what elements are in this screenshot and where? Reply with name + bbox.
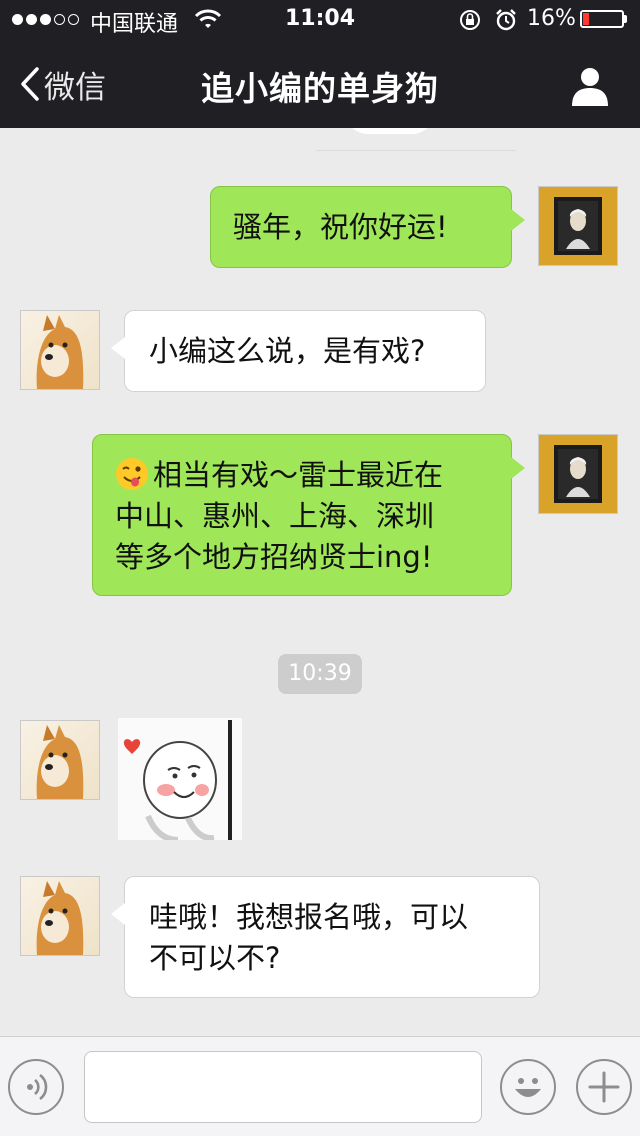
- portrait-icon: [554, 197, 602, 255]
- navigation-bar: 微信 追小编的单身狗: [0, 40, 640, 128]
- message-bubble-outgoing[interactable]: 骚年，祝你好运!: [210, 186, 525, 268]
- my-avatar[interactable]: [538, 186, 618, 266]
- shiba-dog-icon: [36, 881, 84, 955]
- message-line: 等多个地方招纳贤士ing!: [115, 540, 433, 574]
- shiba-dog-icon: [36, 725, 84, 799]
- plus-icon: [588, 1071, 620, 1103]
- message-line: 不可以不?: [149, 941, 281, 975]
- divider: [316, 150, 516, 151]
- previous-message-partial: [345, 128, 435, 134]
- contact-avatar[interactable]: [20, 310, 100, 390]
- bubble-tail: [111, 903, 125, 925]
- emoji-icon: [515, 1078, 541, 1097]
- bubble-tail: [511, 457, 525, 479]
- contact-avatar[interactable]: [20, 876, 100, 956]
- message-text: 小编这么说，是有戏?: [149, 334, 426, 368]
- battery-nub: [624, 15, 627, 23]
- contact-avatar[interactable]: [20, 720, 100, 800]
- my-avatar[interactable]: [538, 434, 618, 514]
- message-bubble-outgoing[interactable]: 相当有戏～雷士最近在 中山、惠州、上海、深圳 等多个地方招纳贤士ing!: [92, 434, 525, 596]
- input-toolbar: [0, 1036, 640, 1136]
- shiba-dog-icon: [36, 315, 84, 389]
- battery-percent: 16%: [527, 6, 576, 31]
- message-bubble-incoming[interactable]: 哇哦！我想报名哦，可以 不可以不?: [111, 876, 540, 998]
- status-bar: 中国联通 11:04 16%: [0, 0, 640, 40]
- message-line: 中山、惠州、上海、深圳: [115, 499, 435, 533]
- message-bubble-incoming[interactable]: 小编这么说，是有戏?: [111, 310, 486, 392]
- emoji-button[interactable]: [500, 1059, 556, 1115]
- battery-level-fill: [583, 13, 589, 25]
- profile-icon[interactable]: [568, 64, 612, 108]
- orientation-lock-icon: [460, 10, 480, 30]
- portrait-icon: [554, 445, 602, 503]
- bubble-tail: [511, 209, 525, 231]
- top-bar: 中国联通 11:04 16% 微信 追小编的单身狗: [0, 0, 640, 128]
- alarm-icon: [496, 9, 516, 31]
- peeking-face-sticker[interactable]: [118, 718, 242, 840]
- voice-icon: [27, 1073, 48, 1101]
- voice-button[interactable]: [8, 1059, 64, 1115]
- message-input[interactable]: [84, 1051, 482, 1123]
- message-line: 哇哦！我想报名哦，可以: [149, 900, 469, 934]
- time-divider: 10:39: [278, 654, 362, 694]
- message-text: 相当有戏～雷士最近在: [153, 458, 444, 492]
- chat-title: 追小编的单身狗: [201, 69, 439, 108]
- plus-button[interactable]: [576, 1059, 632, 1115]
- chat-area[interactable]: 骚年，祝你好运! 小编这么说，是有戏? 相当有戏～雷士最近在 中山、惠州、上海、…: [0, 128, 640, 1036]
- message-line: 相当有戏～雷士最近在: [115, 455, 489, 496]
- battery-icon: [580, 10, 624, 28]
- bubble-tail: [111, 337, 125, 359]
- message-text: 骚年，祝你好运!: [233, 210, 448, 244]
- wink-tongue-emoji-icon: [116, 458, 148, 490]
